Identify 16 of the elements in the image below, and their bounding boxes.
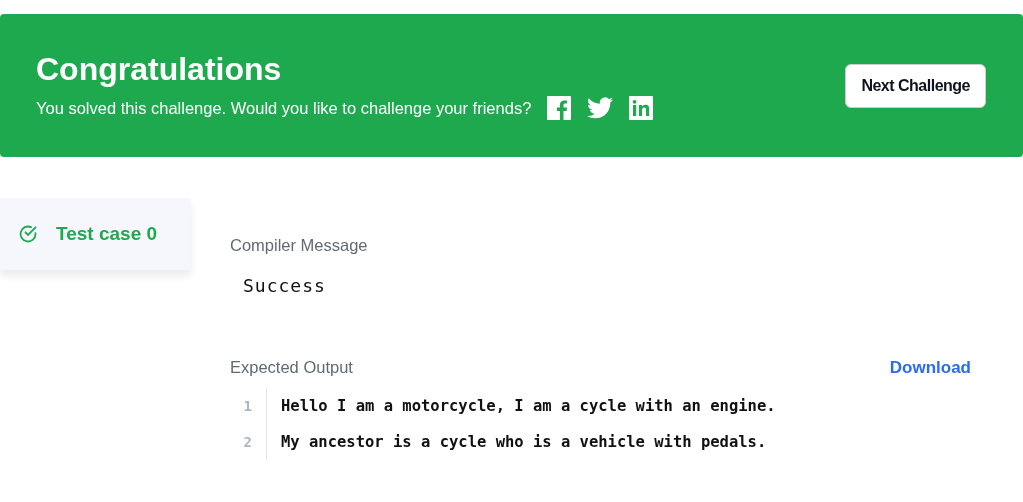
facebook-icon[interactable] [547,96,572,120]
check-circle-icon [18,224,38,244]
next-challenge-button[interactable]: Next Challenge [845,63,986,108]
test-case-tab[interactable]: Test case 0 [0,198,191,270]
code-line: Hello I am a motorcycle, I am a cycle with an engine. [266,388,971,424]
banner-title: Congratulations [36,51,283,88]
line-number: 2 [242,433,253,452]
code-line: My ancestor is a cycle who is a vehicle with pedals. [266,424,971,460]
section-label: Compiler Message [230,236,369,255]
twitter-icon[interactable] [587,97,614,119]
banner-message: You solved this challenge. Would you like to challenge your friends? [36,98,532,118]
compiler-output: Success [243,275,327,296]
section-label: Expected Output [230,358,353,378]
download-link[interactable]: Download [889,358,971,378]
linkedin-icon[interactable] [629,96,654,120]
line-number: 1 [242,397,253,416]
